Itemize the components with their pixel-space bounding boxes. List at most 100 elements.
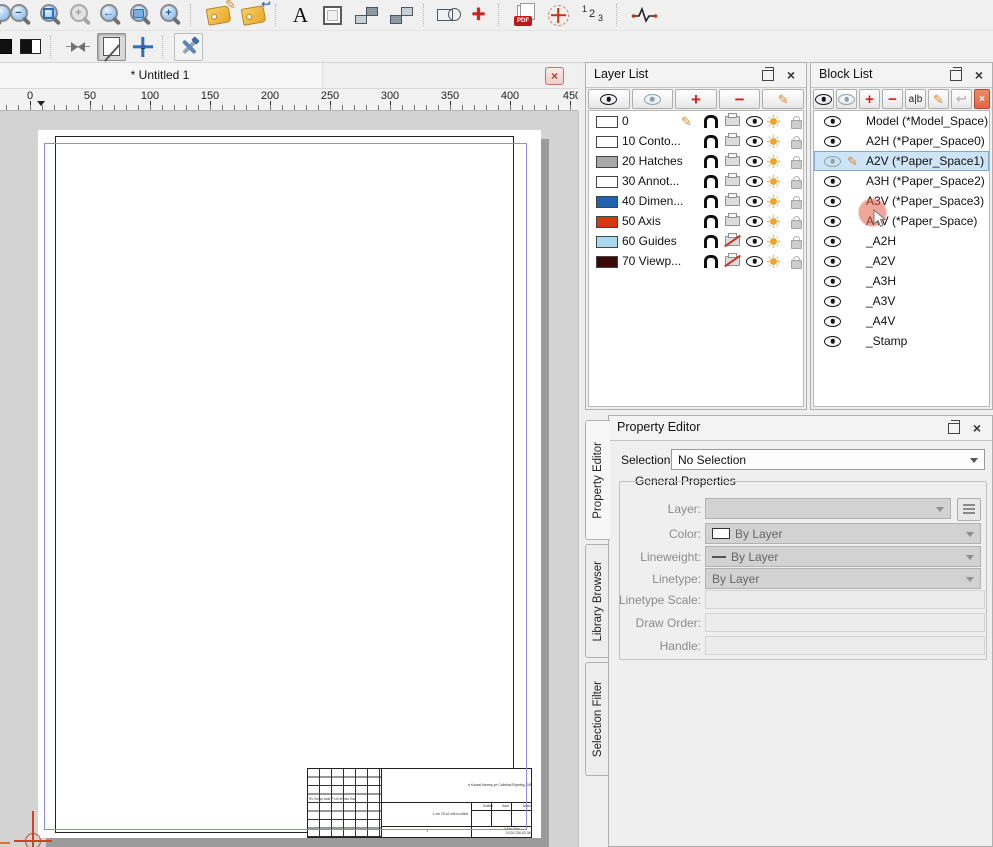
visible-eye-icon[interactable]	[746, 191, 763, 211]
print-icon[interactable]	[725, 171, 740, 191]
tab-library-browser[interactable]: Library Browser	[585, 544, 609, 658]
print-icon[interactable]	[725, 111, 740, 131]
block-row[interactable]: _A4V	[814, 311, 989, 331]
remove-layer-button[interactable]: −	[719, 89, 761, 109]
layer-list-header[interactable]: Layer List ×	[586, 63, 806, 88]
zoom-in-disabled-button[interactable]: +	[67, 2, 94, 28]
visible-eye-icon[interactable]	[746, 211, 763, 231]
print-off-icon[interactable]	[725, 231, 740, 251]
layer-menu-button[interactable]	[957, 498, 981, 521]
block-list-header[interactable]: Block List ×	[811, 63, 992, 88]
sun-icon[interactable]	[770, 131, 777, 151]
visible-eye-icon[interactable]	[746, 131, 763, 151]
snap-magnet-icon[interactable]	[704, 211, 718, 231]
frame-tool-button[interactable]	[317, 2, 347, 28]
hidden-eye-icon[interactable]	[824, 156, 841, 167]
sun-icon[interactable]	[770, 211, 777, 231]
float-panel-icon[interactable]	[762, 70, 774, 81]
block-row[interactable]: _A2H	[814, 231, 989, 251]
visible-eye-icon[interactable]	[824, 196, 841, 207]
block-row[interactable]: _A3V	[814, 291, 989, 311]
block-row[interactable]: _Stamp	[814, 331, 989, 351]
visible-eye-icon[interactable]	[824, 116, 841, 127]
visible-eye-icon[interactable]	[824, 236, 841, 247]
edit-block-button[interactable]: ✎	[928, 89, 949, 109]
purge-blocks-button[interactable]: ×	[974, 89, 990, 109]
tab-property-editor[interactable]: Property Editor	[585, 420, 610, 540]
visible-eye-icon[interactable]	[824, 216, 841, 227]
lock-icon[interactable]	[791, 211, 802, 231]
constrain-tool-button[interactable]	[62, 34, 94, 60]
remove-block-button[interactable]: −	[882, 89, 903, 109]
sun-icon[interactable]	[770, 111, 777, 131]
block-row[interactable]: Model (*Model_Space)	[814, 111, 989, 131]
background-split-button[interactable]	[17, 34, 44, 60]
draw-order-field[interactable]	[705, 613, 985, 632]
lock-icon[interactable]	[791, 111, 802, 131]
sun-icon[interactable]	[770, 191, 777, 211]
zoom-previous-button[interactable]: ←	[97, 2, 124, 28]
add-layer-button[interactable]: +	[675, 89, 717, 109]
layer-row[interactable]: 50 Axis	[589, 211, 803, 231]
layer-row[interactable]: 60 Guides	[589, 231, 803, 251]
snap-magnet-icon[interactable]	[704, 251, 718, 271]
hide-all-blocks-button[interactable]	[836, 89, 857, 109]
drawing-canvas[interactable]: Rv Gmyn Asst P Un Wtnss Gsn a Konsal Nem…	[0, 111, 579, 847]
linetype-combo[interactable]: By Layer	[705, 568, 981, 589]
snap-magnet-icon[interactable]	[704, 191, 718, 211]
background-black-button[interactable]	[0, 34, 14, 60]
zoom-window-button[interactable]	[127, 2, 154, 28]
pdf-export-button[interactable]: PDF	[510, 2, 540, 28]
lineweight-combo[interactable]: By Layer	[705, 546, 981, 567]
hide-all-layers-button[interactable]	[632, 89, 674, 109]
print-icon[interactable]	[725, 191, 740, 211]
close-panel-icon[interactable]: ×	[970, 420, 984, 436]
layer-row[interactable]: 70 Viewp...	[589, 251, 803, 271]
preferences-tools-button[interactable]	[174, 33, 203, 61]
visible-eye-icon[interactable]	[824, 256, 841, 267]
lock-icon[interactable]	[791, 191, 802, 211]
visible-eye-icon[interactable]	[746, 111, 763, 131]
viewport-tool-button[interactable]	[435, 2, 462, 28]
lock-icon[interactable]	[791, 231, 802, 251]
visible-eye-icon[interactable]	[824, 176, 841, 187]
block-row[interactable]: _A2V	[814, 251, 989, 271]
block-row[interactable]: A2H (*Paper_Space0)	[814, 131, 989, 151]
block-row-selected[interactable]: ✎ A2V (*Paper_Space1)	[814, 151, 989, 171]
text-tool-button[interactable]: A	[287, 2, 314, 28]
lock-icon[interactable]	[791, 171, 802, 191]
property-editor-header[interactable]: Property Editor ×	[609, 416, 992, 441]
print-off-icon[interactable]	[725, 251, 740, 271]
zoom-auto-button[interactable]: +	[157, 2, 184, 28]
snap-magnet-icon[interactable]	[704, 111, 718, 131]
sun-icon[interactable]	[770, 231, 777, 251]
layer-row[interactable]: 10 Conto...	[589, 131, 803, 151]
visible-eye-icon[interactable]	[824, 276, 841, 287]
show-all-layers-button[interactable]	[588, 89, 630, 109]
rename-block-button[interactable]: a|b	[905, 89, 926, 109]
print-icon[interactable]	[725, 151, 740, 171]
layer-combo[interactable]	[705, 498, 951, 519]
layer-row[interactable]: 20 Hatches	[589, 151, 803, 171]
float-panel-icon[interactable]	[948, 423, 960, 434]
visible-eye-icon[interactable]	[746, 171, 763, 191]
bring-to-front-button[interactable]	[350, 2, 382, 28]
show-all-blocks-button[interactable]	[813, 89, 834, 109]
snap-magnet-icon[interactable]	[704, 171, 718, 191]
revert-tag-button[interactable]: ↩	[237, 2, 269, 28]
selection-combo[interactable]: No Selection	[671, 449, 985, 470]
zoom-out-button[interactable]: −	[7, 2, 34, 28]
snap-magnet-icon[interactable]	[704, 231, 718, 251]
add-viewport-button[interactable]: +	[465, 2, 492, 28]
close-panel-icon[interactable]: ×	[784, 67, 798, 83]
print-icon[interactable]	[725, 131, 740, 151]
lock-icon[interactable]	[791, 131, 802, 151]
visible-eye-icon[interactable]	[824, 136, 841, 147]
auto-number-button[interactable]: 123	[576, 2, 610, 28]
edit-tag-button[interactable]: ✎	[202, 2, 234, 28]
crosshair-toggle[interactable]	[129, 34, 156, 60]
lock-icon[interactable]	[791, 251, 802, 271]
layer-row[interactable]: 40 Dimen...	[589, 191, 803, 211]
snap-magnet-icon[interactable]	[704, 151, 718, 171]
visible-eye-icon[interactable]	[746, 151, 763, 171]
